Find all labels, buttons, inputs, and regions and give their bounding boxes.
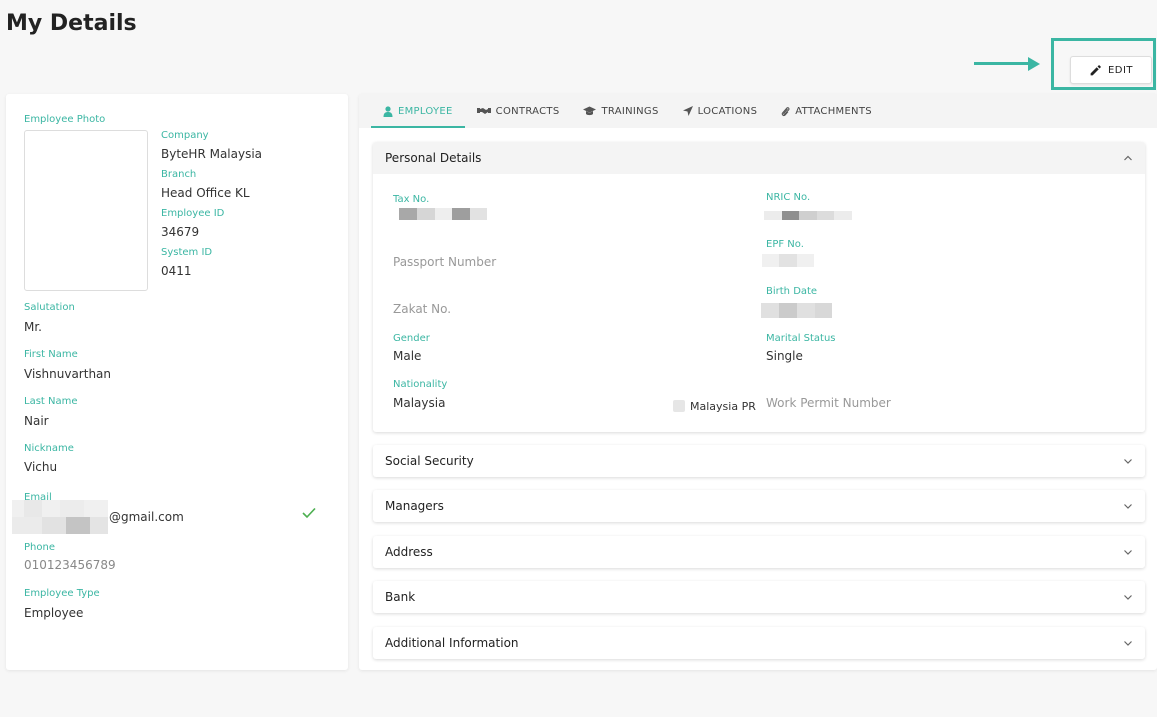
person-icon xyxy=(383,105,393,117)
personal-details-panel: Personal Details Tax No. NRIC No. Passpo… xyxy=(373,142,1145,432)
chevron-down-icon xyxy=(1124,641,1132,646)
verified-check-icon xyxy=(302,507,316,519)
handshake-icon xyxy=(476,108,491,114)
first-name-value: Vishnuvarthan xyxy=(24,367,112,381)
managers-header[interactable]: Managers xyxy=(373,490,1145,522)
birth-date-label: Birth Date xyxy=(766,286,818,297)
chevron-down-icon xyxy=(1124,595,1132,600)
additional-information-panel: Additional Information xyxy=(373,627,1145,659)
tab-locations[interactable]: LOCATIONS xyxy=(671,94,770,128)
tab-employee[interactable]: EMPLOYEE xyxy=(371,94,465,128)
system-id-label: System ID xyxy=(161,247,213,258)
first-name-label: First Name xyxy=(24,349,78,360)
social-security-panel: Social Security xyxy=(373,445,1145,477)
nickname-value: Vichu xyxy=(24,460,58,474)
employee-type-label: Employee Type xyxy=(24,588,100,599)
personal-details-title: Personal Details xyxy=(385,151,482,165)
last-name-value: Nair xyxy=(24,414,49,428)
address-panel: Address xyxy=(373,536,1145,568)
gender-label: Gender xyxy=(393,333,430,344)
nric-no-label: NRIC No. xyxy=(766,192,811,203)
company-label: Company xyxy=(161,130,209,141)
employee-details-card: EMPLOYEE CONTRACTS TRAININGS LOCATIONS A… xyxy=(359,94,1157,670)
zakat-no-field[interactable]: Zakat No. xyxy=(393,302,451,316)
photo-label: Employee Photo xyxy=(24,114,106,125)
marital-status-label: Marital Status xyxy=(766,333,836,344)
employee-id-label: Employee ID xyxy=(161,208,225,219)
graduation-cap-icon xyxy=(583,106,597,116)
managers-panel: Managers xyxy=(373,490,1145,522)
email-value: @gmail.com xyxy=(109,510,184,524)
last-name-label: Last Name xyxy=(24,396,78,407)
marital-status-value[interactable]: Single xyxy=(766,349,803,363)
edit-pointer-arrow xyxy=(974,57,1040,71)
edit-button[interactable]: EDIT xyxy=(1070,56,1152,84)
personal-details-header[interactable]: Personal Details xyxy=(373,142,1145,174)
location-arrow-icon xyxy=(682,106,693,116)
gender-value[interactable]: Male xyxy=(393,349,421,363)
phone-label: Phone xyxy=(24,542,55,553)
malaysia-pr-checkbox[interactable] xyxy=(673,400,685,412)
chevron-down-icon xyxy=(1124,504,1132,509)
chevron-down-icon xyxy=(1124,550,1132,555)
email-redacted xyxy=(12,500,108,534)
company-value: ByteHR Malaysia xyxy=(161,147,263,161)
edit-button-label: EDIT xyxy=(1107,64,1134,76)
tab-attachments[interactable]: ATTACHMENTS xyxy=(769,94,884,128)
employee-type-value: Employee xyxy=(24,606,84,620)
edit-highlight-box: EDIT xyxy=(1051,38,1156,90)
address-header[interactable]: Address xyxy=(373,536,1145,568)
system-id-value: 0411 xyxy=(161,264,192,278)
employee-summary-card: Employee Photo Company ByteHR Malaysia B… xyxy=(6,94,348,670)
epf-no-label: EPF No. xyxy=(766,239,804,250)
pencil-icon xyxy=(1090,64,1101,75)
tab-contracts[interactable]: CONTRACTS xyxy=(465,94,572,128)
page-title: My Details xyxy=(6,11,137,36)
work-permit-number-field[interactable]: Work Permit Number xyxy=(766,396,891,410)
tab-trainings[interactable]: TRAININGS xyxy=(571,94,670,128)
nickname-label: Nickname xyxy=(24,443,74,454)
passport-number-field[interactable]: Passport Number xyxy=(393,255,496,269)
tax-no-label: Tax No. xyxy=(393,194,430,205)
malaysia-pr-label: Malaysia PR xyxy=(690,400,756,413)
employee-id-value: 34679 xyxy=(161,225,200,239)
paperclip-icon xyxy=(781,106,790,116)
chevron-down-icon xyxy=(1124,459,1132,464)
nationality-value[interactable]: Malaysia xyxy=(393,396,445,410)
bank-header[interactable]: Bank xyxy=(373,581,1145,613)
salutation-label: Salutation xyxy=(24,302,75,313)
bank-panel: Bank xyxy=(373,581,1145,613)
chevron-up-icon xyxy=(1124,155,1132,161)
social-security-header[interactable]: Social Security xyxy=(373,445,1145,477)
branch-value: Head Office KL xyxy=(161,186,250,200)
salutation-value: Mr. xyxy=(24,320,42,334)
nationality-label: Nationality xyxy=(393,379,448,390)
additional-information-header[interactable]: Additional Information xyxy=(373,627,1145,659)
tab-bar: EMPLOYEE CONTRACTS TRAININGS LOCATIONS A… xyxy=(359,94,1157,128)
branch-label: Branch xyxy=(161,169,197,180)
phone-value: 010123456789 xyxy=(24,558,116,572)
employee-photo[interactable] xyxy=(24,130,148,291)
